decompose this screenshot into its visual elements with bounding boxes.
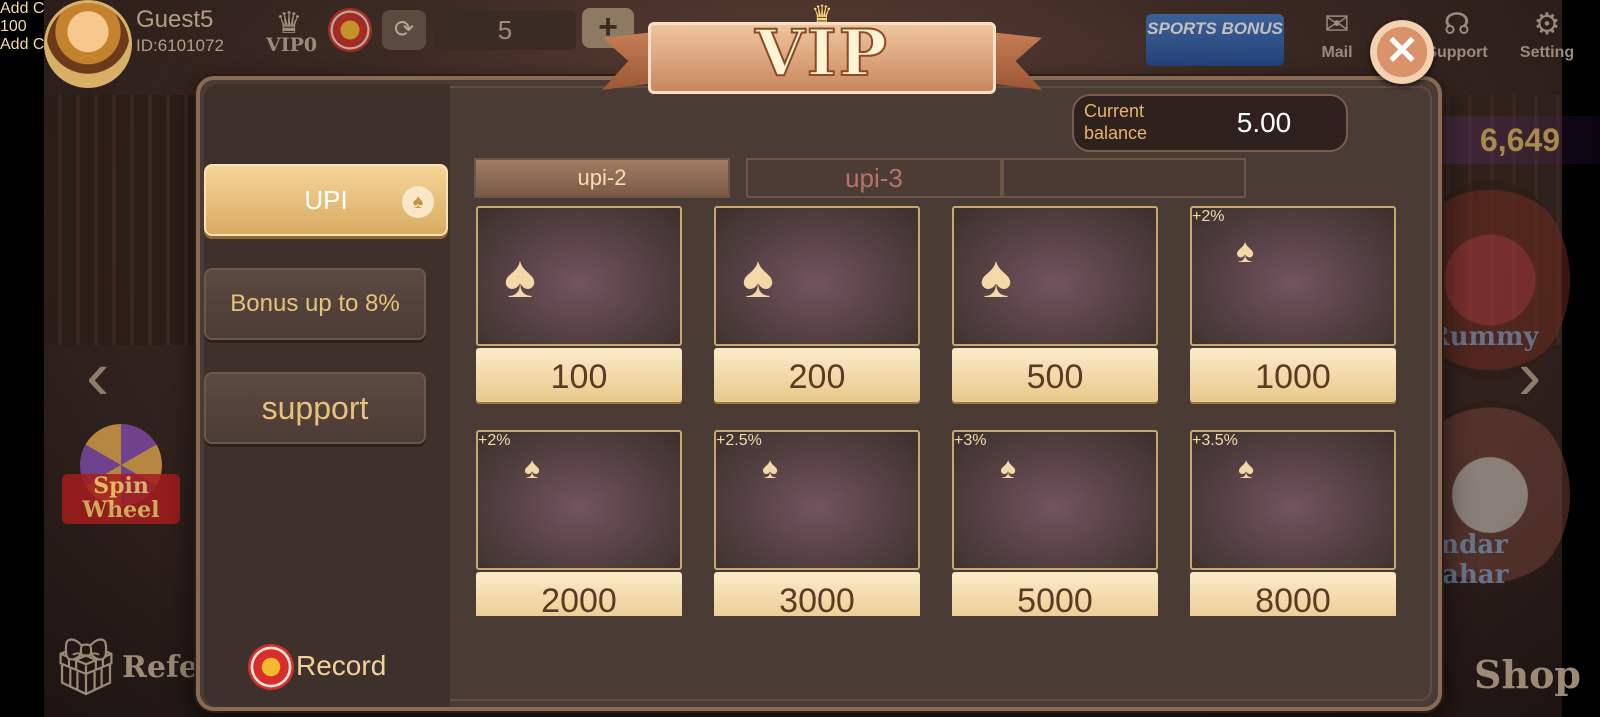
package-tile[interactable]: ♠ +2.5% 3000 <box>714 430 920 616</box>
vip-title-banner: ♛ VIP <box>602 1 1042 110</box>
lobby-balance: 6,649 <box>1440 116 1600 164</box>
sports-bonus-button[interactable]: SPORTS BONUS <box>1146 14 1284 66</box>
chip-image: ♠ +2% <box>476 430 682 570</box>
chevron-right-icon[interactable]: › <box>1518 335 1541 415</box>
chip-image: ♠ <box>714 206 920 346</box>
tab-upi-3[interactable]: upi-3 <box>746 158 1002 198</box>
record-button[interactable]: Record <box>248 644 408 690</box>
tab-empty[interactable] <box>1002 158 1246 198</box>
current-balance-value: 5.00 <box>1236 107 1292 138</box>
gift-icon[interactable]: 🎁︎ <box>46 634 126 714</box>
chip-stack-icon: ♠ <box>1236 232 1255 270</box>
package-tile[interactable]: ♠ +2% 2000 <box>476 430 682 616</box>
record-label: Record <box>296 650 387 681</box>
package-amount: 200 <box>714 348 920 402</box>
package-amount: 3000 <box>714 572 920 616</box>
package-amount: 5000 <box>952 572 1158 616</box>
poker-chip-icon: ♠ <box>504 243 536 310</box>
chip-image: ♠ <box>476 206 682 346</box>
shop-label[interactable]: Shop <box>1474 652 1581 697</box>
sidebar-item-upi[interactable]: UPI ♠ <box>204 164 448 236</box>
player-name: Guest5 <box>136 6 214 33</box>
chip-package-grid: ♠ 100 ♠ 200 ♠ 500 ♠ +2% 1000 ♠ +2% 2000 … <box>474 204 1404 616</box>
chip-stack-icon: ♠ <box>762 452 778 485</box>
sidebar-item-label: UPI <box>304 185 348 215</box>
package-tile[interactable]: ♠ 100 <box>476 206 682 402</box>
current-balance-box: Current balance 5.00 <box>1072 94 1348 152</box>
current-balance-label: Current balance <box>1084 101 1148 143</box>
mail-label: Mail <box>1321 44 1353 61</box>
bar-shelf-decoration <box>44 95 194 345</box>
package-amount: 500 <box>952 348 1158 402</box>
chevron-left-icon[interactable]: ‹ <box>86 335 109 415</box>
modal-sidebar: UPI ♠ Bonus up to 8% support Record <box>204 84 450 707</box>
setting-button[interactable]: ⚙ Setting <box>1510 6 1584 62</box>
chip-image: ♠ +3.5% <box>1190 430 1396 570</box>
chip-stack-icon: ♠ <box>1000 452 1016 485</box>
tab-upi-2[interactable]: upi-2 <box>474 158 730 198</box>
package-amount: 2000 <box>476 572 682 616</box>
poker-chip-icon: ♠ <box>742 243 774 310</box>
chip-image: ♠ +3% <box>952 430 1158 570</box>
chip-icon <box>328 8 372 52</box>
spin-wheel-button[interactable]: Spin Wheel <box>62 424 182 534</box>
close-icon: ✕ <box>1385 29 1419 73</box>
vip-level-badge[interactable]: VIP0 <box>266 34 317 56</box>
package-tile[interactable]: ♠ +3% 5000 <box>952 430 1158 616</box>
gear-icon: ⚙ <box>1533 8 1561 41</box>
sidebar-item-support[interactable]: support <box>204 372 426 444</box>
poker-chip-icon: ♠ <box>980 243 1012 310</box>
package-tile[interactable]: ♠ 200 <box>714 206 920 402</box>
spin-wheel-label: Spin Wheel <box>62 474 180 524</box>
chip-icon <box>248 644 294 690</box>
chip-image: ♠ +2.5% <box>714 430 920 570</box>
chip-image: ♠ +2% <box>1190 206 1396 346</box>
spade-arrow-icon: ♠ <box>402 186 434 218</box>
package-amount: 8000 <box>1190 572 1396 616</box>
chip-balance: 5 <box>434 10 576 50</box>
setting-label: Setting <box>1519 44 1575 61</box>
chip-stack-icon: ♠ <box>1238 452 1254 485</box>
package-tile[interactable]: ♠ 500 <box>952 206 1158 402</box>
sidebar-item-label: Bonus up to 8% <box>230 290 400 317</box>
package-amount: 1000 <box>1190 348 1396 402</box>
mail-icon: ✉ <box>1324 8 1350 41</box>
chip-image: ♠ <box>952 206 1158 346</box>
player-id: ID:6101072 <box>136 36 224 55</box>
andar-bahar-label: Andar Bahar <box>1420 530 1509 590</box>
modal-title: VIP <box>754 15 889 92</box>
package-tile[interactable]: ♠ +3.5% 8000 <box>1190 430 1396 616</box>
mail-button[interactable]: ✉ Mail <box>1300 6 1374 62</box>
package-tile[interactable]: ♠ +2% 1000 <box>1190 206 1396 402</box>
player-avatar[interactable] <box>44 0 132 88</box>
sidebar-item-label: support <box>261 390 369 426</box>
refresh-button[interactable]: ⟳ <box>382 10 426 50</box>
package-amount: 100 <box>476 348 682 402</box>
refresh-icon: ⟳ <box>393 16 415 43</box>
chip-stack-icon: ♠ <box>524 452 540 485</box>
close-button[interactable]: ✕ <box>1370 20 1434 84</box>
sidebar-item-bonus[interactable]: Bonus up to 8% <box>204 268 426 340</box>
